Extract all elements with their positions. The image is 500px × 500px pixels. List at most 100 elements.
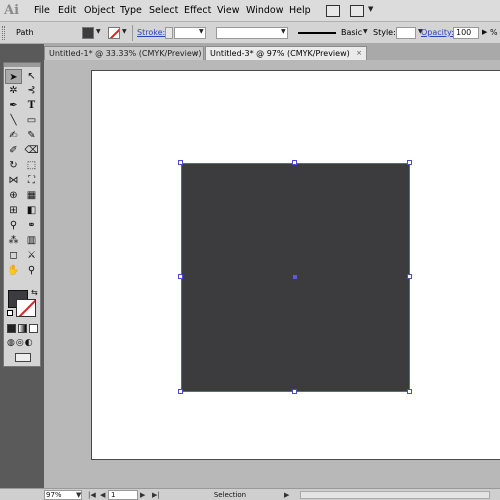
artboard-number-field[interactable]: 1	[108, 490, 138, 500]
shape-center-point	[293, 275, 297, 279]
separator	[132, 25, 133, 41]
status-label[interactable]: Selection	[180, 490, 280, 500]
opacity-unit: %	[490, 28, 498, 37]
zoom-tool-icon[interactable]: ⚲	[23, 263, 40, 278]
bridge-icon[interactable]	[326, 5, 340, 17]
stroke-weight-stepper[interactable]	[165, 27, 173, 39]
brush-definition-label[interactable]: Basic	[341, 27, 362, 39]
menu-object[interactable]: Object	[84, 0, 115, 22]
default-fill-stroke-icon[interactable]	[7, 310, 13, 316]
chevron-down-icon[interactable]: ▼	[76, 490, 81, 500]
lasso-tool-icon[interactable]: ⊰	[23, 83, 40, 98]
change-screen-mode-icon[interactable]	[15, 353, 31, 362]
stroke-swatch[interactable]	[108, 27, 120, 39]
type-tool-icon[interactable]: T	[23, 98, 40, 113]
chevron-down-icon[interactable]: ▼	[199, 28, 204, 35]
menu-bar: Ai File Edit Object Type Select Effect V…	[0, 0, 500, 22]
status-menu-arrow-icon[interactable]: ▶	[284, 490, 289, 500]
rotate-tool-icon[interactable]: ↻	[5, 158, 22, 173]
line-segment-tool-icon[interactable]: ╲	[5, 113, 22, 128]
paintbrush-tool-icon[interactable]: ✍	[5, 128, 22, 143]
style-label: Style:	[373, 28, 396, 37]
scale-tool-icon[interactable]: ⬚	[23, 158, 40, 173]
fill-dropdown-arrow-icon[interactable]: ▼	[96, 28, 101, 35]
canvas-area[interactable]	[44, 60, 500, 488]
symbol-sprayer-tool-icon[interactable]: ⁂	[5, 233, 22, 248]
drawing-modes[interactable]: ◍◎◐	[7, 338, 34, 348]
opacity-dropdown-arrow-icon[interactable]: ▶	[482, 28, 487, 36]
color-mode-icon[interactable]	[7, 324, 16, 333]
last-artboard-icon[interactable]: ▶|	[152, 490, 160, 500]
menu-select[interactable]: Select	[149, 0, 178, 22]
menu-edit[interactable]: Edit	[58, 0, 76, 22]
gradient-tool-icon[interactable]: ◧	[23, 203, 40, 218]
arrange-documents-icon[interactable]	[350, 5, 364, 17]
width-tool-icon[interactable]: ⋈	[5, 173, 22, 188]
free-transform-tool-icon[interactable]: ⛶	[23, 173, 40, 188]
eyedropper-tool-icon[interactable]: ⚲	[5, 218, 22, 233]
opacity-link[interactable]: Opacity:	[421, 27, 454, 39]
horizontal-scrollbar[interactable]	[300, 491, 490, 499]
blob-brush-tool-icon[interactable]: ✐	[5, 143, 22, 158]
pen-tool-icon[interactable]: ✒	[5, 98, 22, 113]
previous-artboard-icon[interactable]: ◀	[100, 490, 105, 500]
gradient-mode-icon[interactable]	[18, 324, 27, 333]
fill-swatch[interactable]	[82, 27, 94, 39]
chevron-down-icon[interactable]: ▼	[368, 5, 373, 13]
menu-type[interactable]: Type	[120, 0, 142, 22]
selection-tool-icon[interactable]: ➤	[5, 69, 22, 84]
handle-middle-right[interactable]	[407, 274, 412, 279]
magic-wand-tool-icon[interactable]: ✲	[5, 83, 22, 98]
none-mode-icon[interactable]	[29, 324, 38, 333]
control-bar: Path ▼ ▼ Stroke: ▼ ▼ Basic ▼ Style: ▼ Op…	[0, 22, 500, 44]
stroke-link[interactable]: Stroke:	[137, 27, 165, 39]
blend-tool-icon[interactable]: ⚭	[23, 218, 40, 233]
first-artboard-icon[interactable]: |◀	[88, 490, 96, 500]
handle-bottom-center[interactable]	[292, 389, 297, 394]
tools-panel-header[interactable]	[4, 63, 40, 67]
selection-type-label: Path	[16, 28, 34, 37]
handle-top-left[interactable]	[178, 160, 183, 165]
stroke-dropdown-arrow-icon[interactable]: ▼	[122, 28, 127, 35]
hand-tool-icon[interactable]: ✋	[5, 263, 22, 278]
document-tab-bar: Untitled-1* @ 33.33% (CMYK/Preview) × Un…	[0, 44, 500, 60]
rectangle-tool-icon[interactable]: ▭	[23, 113, 40, 128]
grip-handle[interactable]	[2, 26, 5, 40]
handle-bottom-left[interactable]	[178, 389, 183, 394]
mesh-tool-icon[interactable]: ⊞	[5, 203, 22, 218]
menu-view[interactable]: View	[217, 0, 240, 22]
stroke-color-box[interactable]	[16, 299, 36, 317]
next-artboard-icon[interactable]: ▶	[140, 490, 145, 500]
handle-middle-left[interactable]	[178, 274, 183, 279]
shape-builder-tool-icon[interactable]: ⊕	[5, 188, 22, 203]
variable-width-profile-dropdown[interactable]	[216, 27, 288, 39]
menu-file[interactable]: File	[34, 0, 50, 22]
pencil-tool-icon[interactable]: ✎	[23, 128, 40, 143]
brush-stroke-preview[interactable]	[298, 32, 336, 34]
document-tab-untitled-3[interactable]: Untitled-3* @ 97% (CMYK/Preview) ×	[205, 46, 367, 60]
graphic-style-dropdown[interactable]	[396, 27, 416, 39]
perspective-grid-tool-icon[interactable]: ▦	[23, 188, 40, 203]
slice-tool-icon[interactable]: ⚔	[23, 248, 40, 263]
artboard-tool-icon[interactable]: ◻	[5, 248, 22, 263]
document-tab-untitled-1[interactable]: Untitled-1* @ 33.33% (CMYK/Preview) ×	[44, 46, 204, 60]
column-graph-tool-icon[interactable]: ▥	[23, 233, 40, 248]
chevron-down-icon[interactable]: ▼	[281, 28, 286, 35]
menu-help[interactable]: Help	[289, 0, 311, 22]
handle-top-right[interactable]	[407, 160, 412, 165]
menu-window[interactable]: Window	[246, 0, 283, 22]
artboard[interactable]	[91, 70, 500, 460]
handle-bottom-right[interactable]	[407, 389, 412, 394]
eraser-tool-icon[interactable]: ⌫	[23, 143, 40, 158]
handle-top-center[interactable]	[292, 160, 297, 165]
close-icon[interactable]: ×	[356, 47, 362, 60]
app-logo: Ai	[4, 3, 20, 18]
status-bar: 97% ▼ |◀ ◀ 1 ▶ ▶| Selection ▶	[0, 488, 500, 500]
menu-effect[interactable]: Effect	[184, 0, 211, 22]
close-icon[interactable]: ×	[193, 47, 199, 60]
chevron-down-icon[interactable]: ▼	[363, 28, 368, 35]
direct-selection-tool-icon[interactable]: ↖	[23, 69, 40, 84]
swap-fill-stroke-icon[interactable]: ⇆	[31, 288, 38, 297]
opacity-input[interactable]: 100	[453, 27, 479, 39]
tools-panel: ➤ ↖ ✲ ⊰ ✒ T ╲ ▭ ✍ ✎ ✐ ⌫ ↻ ⬚ ⋈ ⛶ ⊕ ▦ ⊞ ◧ …	[3, 62, 41, 367]
